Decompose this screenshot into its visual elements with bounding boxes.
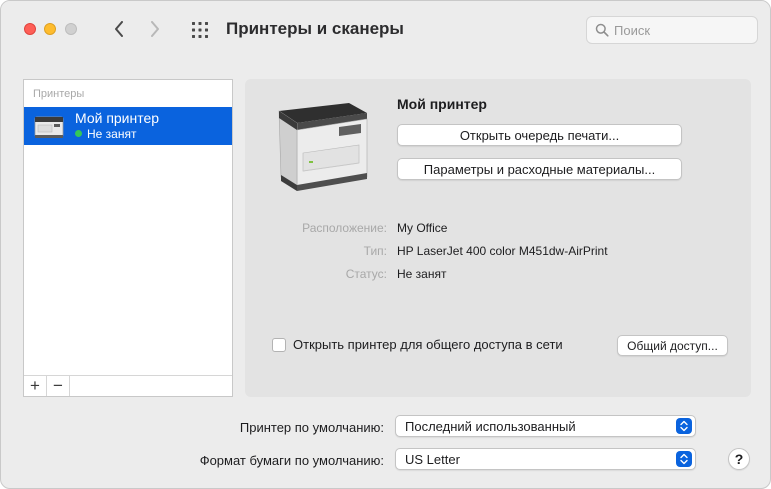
printer-list-item-status: Не занят (87, 127, 137, 141)
status-dot-icon (75, 130, 82, 137)
add-printer-button[interactable]: + (24, 376, 47, 396)
list-toolbar: + − (24, 375, 232, 396)
location-label: Расположение: (302, 221, 387, 235)
printer-detail-name: Мой принтер (397, 96, 487, 112)
help-button[interactable]: ? (728, 448, 750, 470)
printer-list: Принтеры Мой принтер Не занят + − (23, 79, 233, 397)
paper-size-value: US Letter (405, 452, 460, 467)
show-all-button[interactable] (189, 19, 211, 41)
chevron-left-icon (115, 21, 123, 37)
remove-printer-button[interactable]: − (47, 376, 70, 396)
open-print-queue-button[interactable]: Открыть очередь печати... (397, 124, 682, 146)
preferences-window: Принтеры и сканеры Принтеры Мой принтер … (0, 0, 771, 489)
default-printer-value: Последний использованный (405, 419, 576, 434)
location-value: My Office (397, 221, 448, 235)
status-label: Статус: (345, 267, 387, 281)
back-button[interactable] (108, 18, 130, 40)
printer-list-item[interactable]: Мой принтер Не занят (24, 107, 232, 145)
options-supplies-button[interactable]: Параметры и расходные материалы... (397, 158, 682, 180)
minimize-window-button[interactable] (44, 23, 56, 35)
popup-arrows-icon (676, 451, 692, 467)
paper-size-select[interactable]: US Letter (395, 448, 696, 470)
share-printer-checkbox[interactable] (272, 338, 286, 352)
printer-image (278, 103, 368, 191)
paper-size-label: Формат бумаги по умолчанию: (199, 453, 384, 468)
type-label: Тип: (363, 244, 387, 258)
popup-arrows-icon (676, 418, 692, 434)
printer-details-panel: Мой принтер Открыть очередь печати... Па… (245, 79, 751, 397)
search-field[interactable] (586, 16, 758, 44)
printer-list-header: Принтеры (33, 88, 85, 100)
printer-thumbnail-icon (34, 116, 64, 138)
window-title: Принтеры и сканеры (226, 19, 404, 38)
sharing-preferences-button[interactable]: Общий доступ... (617, 335, 728, 356)
share-printer-label[interactable]: Открыть принтер для общего доступа в сет… (293, 337, 563, 352)
printer-list-item-name: Мой принтер (75, 110, 160, 126)
chevron-right-icon (151, 21, 159, 37)
type-value: HP LaserJet 400 color M451dw-AirPrint (397, 244, 608, 258)
default-printer-label: Принтер по умолчанию: (239, 420, 384, 435)
title-bar: Принтеры и сканеры (1, 1, 770, 57)
grid-icon (192, 22, 208, 38)
status-value: Не занят (397, 267, 447, 281)
forward-button[interactable] (144, 18, 166, 40)
search-icon (595, 23, 609, 37)
default-printer-select[interactable]: Последний использованный (395, 415, 696, 437)
search-input[interactable] (614, 21, 754, 39)
zoom-window-button[interactable] (65, 23, 77, 35)
close-window-button[interactable] (24, 23, 36, 35)
